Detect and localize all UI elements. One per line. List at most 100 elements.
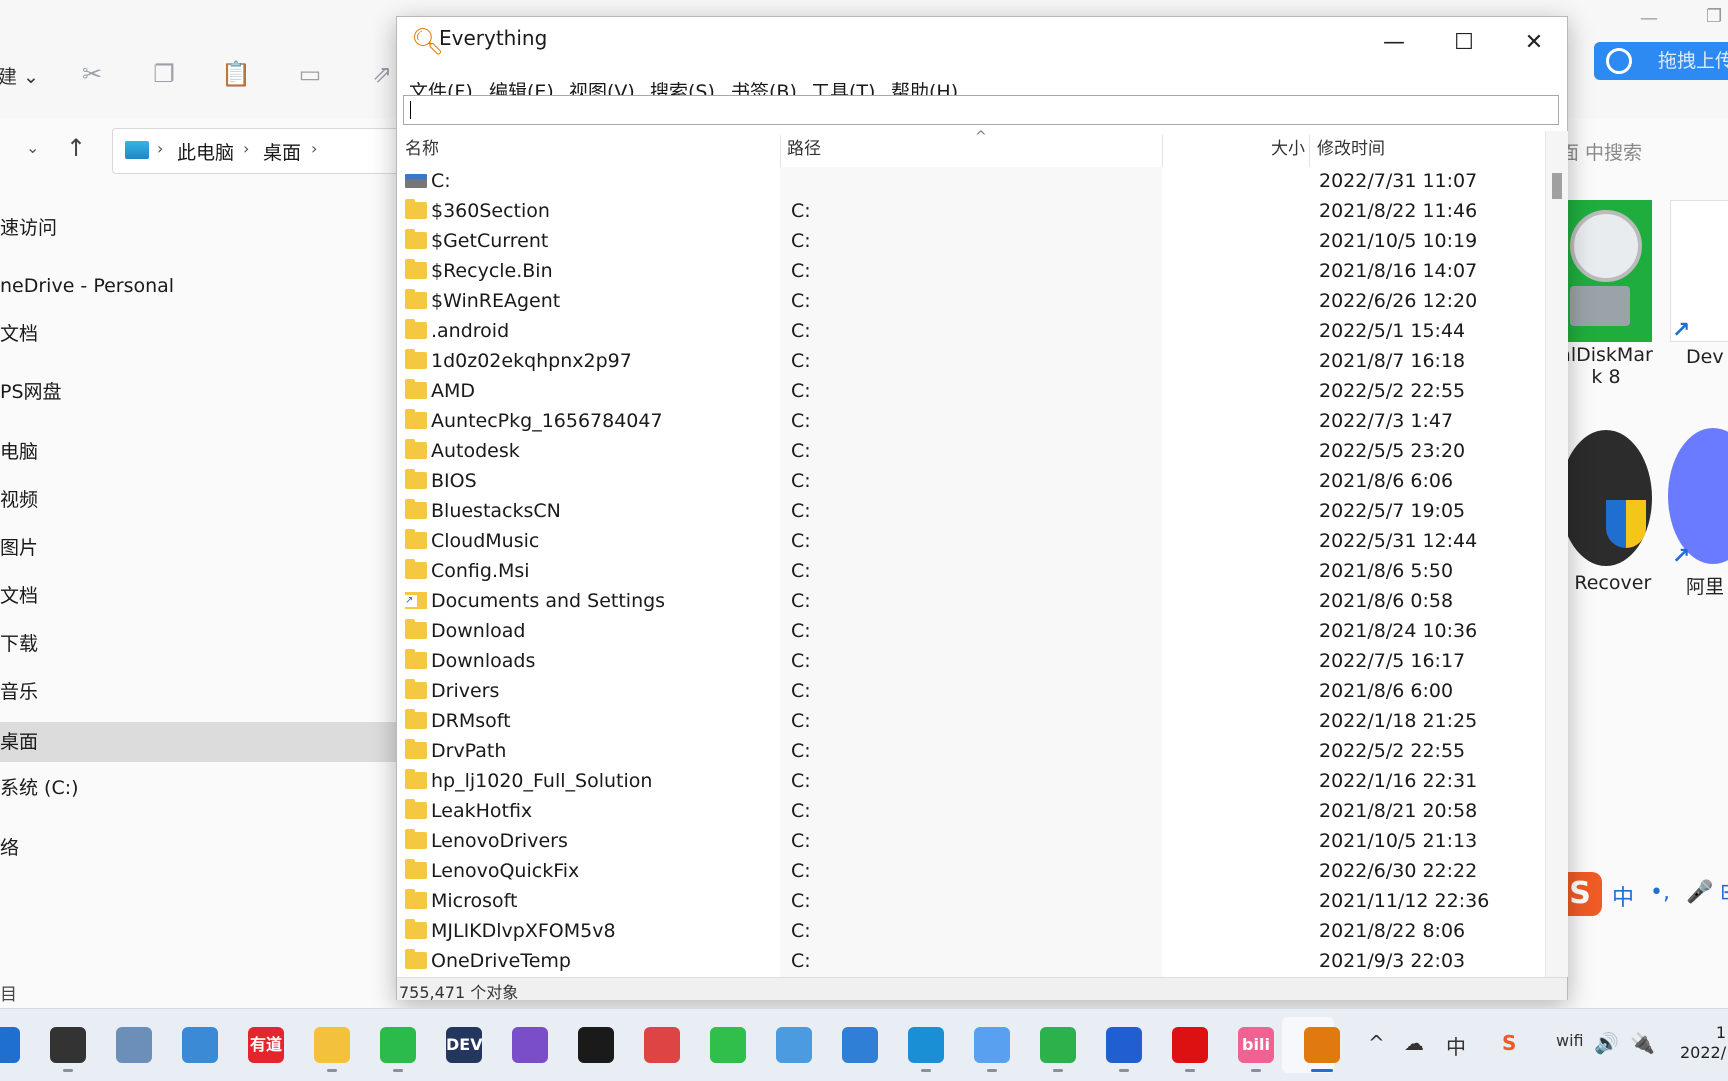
result-row[interactable]: $WinREAgent C: 2022/6/26 12:20: [397, 287, 1545, 317]
sogou-ime-bar[interactable]: S 中 •, 🎤 ⊞: [1558, 872, 1728, 920]
column-path[interactable]: 路径: [787, 131, 821, 167]
ime-icon[interactable]: 中: [1446, 1031, 1466, 1060]
taskbar-wechat-icon[interactable]: [380, 1027, 416, 1063]
result-row[interactable]: Documents and Settings C: 2021/8/6 0:58: [397, 587, 1545, 617]
result-row[interactable]: Microsoft C: 2021/11/12 22:36: [397, 887, 1545, 917]
recent-locations-icon[interactable]: ⌄: [26, 138, 39, 157]
result-row[interactable]: C: 2022/7/31 11:07: [397, 167, 1545, 197]
result-row[interactable]: LenovoQuickFix C: 2022/6/30 22:22: [397, 857, 1545, 887]
column-size[interactable]: 大小: [1271, 131, 1305, 167]
ime-mode-chinese[interactable]: 中: [1612, 880, 1634, 912]
microphone-icon[interactable]: 🎤: [1686, 880, 1713, 905]
taskbar-feishu-icon[interactable]: [1106, 1027, 1142, 1063]
taskbar-youdao-icon[interactable]: 有道: [248, 1027, 284, 1063]
result-row[interactable]: Autodesk C: 2022/5/5 23:20: [397, 437, 1545, 467]
breadcrumb-this-pc[interactable]: 此电脑: [177, 138, 234, 165]
result-row[interactable]: Config.Msi C: 2021/8/6 5:50: [397, 557, 1545, 587]
taskbar-qq-icon[interactable]: [578, 1027, 614, 1063]
column-divider[interactable]: [1162, 135, 1163, 167]
result-row[interactable]: $360Section C: 2021/8/22 11:46: [397, 197, 1545, 227]
new-button[interactable]: 建 ⌄: [0, 62, 39, 89]
result-row[interactable]: MJLIKDlvpXFOM5v8 C: 2021/8/22 8:06: [397, 917, 1545, 947]
result-row[interactable]: LeakHotfix C: 2021/8/21 20:58: [397, 797, 1545, 827]
taskbar-dev-cpp-icon[interactable]: DEV: [446, 1027, 483, 1063]
nav-item[interactable]: 下载: [0, 624, 396, 664]
tray-overflow-icon[interactable]: ^: [1368, 1031, 1385, 1055]
taskbar-music-icon[interactable]: [710, 1027, 746, 1063]
nav-item[interactable]: 视频: [0, 480, 396, 520]
toolbox-icon[interactable]: ⊞: [1720, 880, 1728, 905]
rename-icon[interactable]: ▭: [290, 58, 330, 90]
scrollbar-thumb[interactable]: [1552, 173, 1562, 199]
taskbar-bilibili-icon[interactable]: bili: [1238, 1027, 1274, 1063]
taskbar-snipping-tool-icon[interactable]: [644, 1027, 680, 1063]
nav-item[interactable]: 速访问: [0, 208, 396, 248]
result-row[interactable]: BluestacksCN C: 2022/5/7 19:05: [397, 497, 1545, 527]
result-row[interactable]: AMD C: 2022/5/2 22:55: [397, 377, 1545, 407]
taskbar-everything-icon[interactable]: [1304, 1027, 1340, 1063]
column-modified[interactable]: 修改时间: [1317, 131, 1385, 167]
taskbar-file-explorer-icon[interactable]: [314, 1027, 350, 1063]
result-row[interactable]: Drivers C: 2021/8/6 6:00: [397, 677, 1545, 707]
minimize-icon[interactable]: —: [1640, 8, 1658, 29]
taskbar-recorder-icon[interactable]: [1172, 1027, 1208, 1063]
nav-item[interactable]: PS网盘: [0, 372, 396, 412]
result-row[interactable]: $Recycle.Bin C: 2021/8/16 14:07: [397, 257, 1545, 287]
up-arrow-icon[interactable]: ↑: [66, 134, 86, 162]
search-input[interactable]: [403, 95, 1559, 125]
taskbar-visual-studio-icon[interactable]: [512, 1027, 548, 1063]
onedrive-icon[interactable]: ☁: [1404, 1031, 1424, 1055]
result-row[interactable]: .android C: 2022/5/1 15:44: [397, 317, 1545, 347]
taskbar-notepad-icon[interactable]: [842, 1027, 878, 1063]
nav-item[interactable]: 络: [0, 828, 396, 868]
result-row[interactable]: 1d0z02ekqhpnx2p97 C: 2021/8/7 16:18: [397, 347, 1545, 377]
nav-item-selected[interactable]: 桌面: [0, 722, 396, 762]
vertical-scrollbar[interactable]: [1545, 131, 1568, 977]
minimize-button[interactable]: —: [1361, 17, 1427, 69]
taskbar-perf-monitor-icon[interactable]: [116, 1027, 152, 1063]
result-row[interactable]: Download C: 2021/8/24 10:36: [397, 617, 1545, 647]
sogou-tray-icon[interactable]: S: [1502, 1031, 1516, 1055]
taskbar-baidu-netdisk-icon[interactable]: [974, 1027, 1010, 1063]
nav-item[interactable]: 文档: [0, 576, 396, 616]
taskbar-task-view-icon[interactable]: [50, 1027, 86, 1063]
paste-icon[interactable]: 📋: [216, 58, 256, 90]
breadcrumb-desktop[interactable]: 桌面: [263, 138, 301, 165]
title-bar[interactable]: 🔍︎ Everything — ☐ ✕: [397, 17, 1567, 69]
volume-icon[interactable]: 🔊: [1594, 1031, 1619, 1055]
wifi-icon[interactable]: wifi: [1556, 1031, 1584, 1050]
nav-item[interactable]: 电脑: [0, 432, 396, 472]
copy-icon[interactable]: ❐: [144, 58, 184, 90]
cut-icon[interactable]: ✂: [72, 58, 112, 90]
result-row[interactable]: OneDriveTemp C: 2021/9/3 22:03: [397, 947, 1545, 977]
nav-item[interactable]: 文档: [0, 314, 396, 354]
crystaldiskmark-icon[interactable]: [1560, 200, 1652, 342]
result-row[interactable]: BIOS C: 2021/8/6 6:06: [397, 467, 1545, 497]
explorer-search-input[interactable]: 面 中搜索: [1560, 138, 1642, 165]
result-row[interactable]: DrvPath C: 2022/5/2 22:55: [397, 737, 1545, 767]
taskbar-control-panel-icon[interactable]: [182, 1027, 218, 1063]
baidu-upload-button[interactable]: 拖拽上传: [1594, 42, 1728, 80]
column-divider[interactable]: [780, 135, 781, 167]
punctuation-icon[interactable]: •,: [1650, 880, 1670, 905]
result-row[interactable]: $GetCurrent C: 2021/10/5 10:19: [397, 227, 1545, 257]
nav-item[interactable]: 图片: [0, 528, 396, 568]
maximize-icon[interactable]: ❐: [1706, 6, 1722, 27]
address-bar[interactable]: › 此电脑 › 桌面 ›: [112, 128, 414, 174]
taskbar-edge-icon[interactable]: [908, 1027, 944, 1063]
close-button[interactable]: ✕: [1501, 17, 1567, 69]
maximize-button[interactable]: ☐: [1431, 17, 1497, 69]
taskbar-apps-grid-icon[interactable]: [1040, 1027, 1076, 1063]
clock[interactable]: 1 2022/: [1680, 1023, 1726, 1063]
column-name[interactable]: 名称: [405, 131, 439, 167]
power-icon[interactable]: 🔌: [1630, 1031, 1655, 1055]
result-row[interactable]: AuntecPkg_1656784047 C: 2022/7/3 1:47: [397, 407, 1545, 437]
nav-item[interactable]: 音乐: [0, 672, 396, 712]
result-row[interactable]: CloudMusic C: 2022/5/31 12:44: [397, 527, 1545, 557]
nav-item[interactable]: 系统 (C:): [0, 768, 396, 808]
result-row[interactable]: DRMsoft C: 2022/1/18 21:25: [397, 707, 1545, 737]
taskbar-start-icon[interactable]: [0, 1027, 20, 1063]
taskbar-paint-icon[interactable]: [776, 1027, 812, 1063]
recover-app-icon[interactable]: [1560, 430, 1652, 566]
nav-item[interactable]: neDrive - Personal: [0, 266, 396, 306]
